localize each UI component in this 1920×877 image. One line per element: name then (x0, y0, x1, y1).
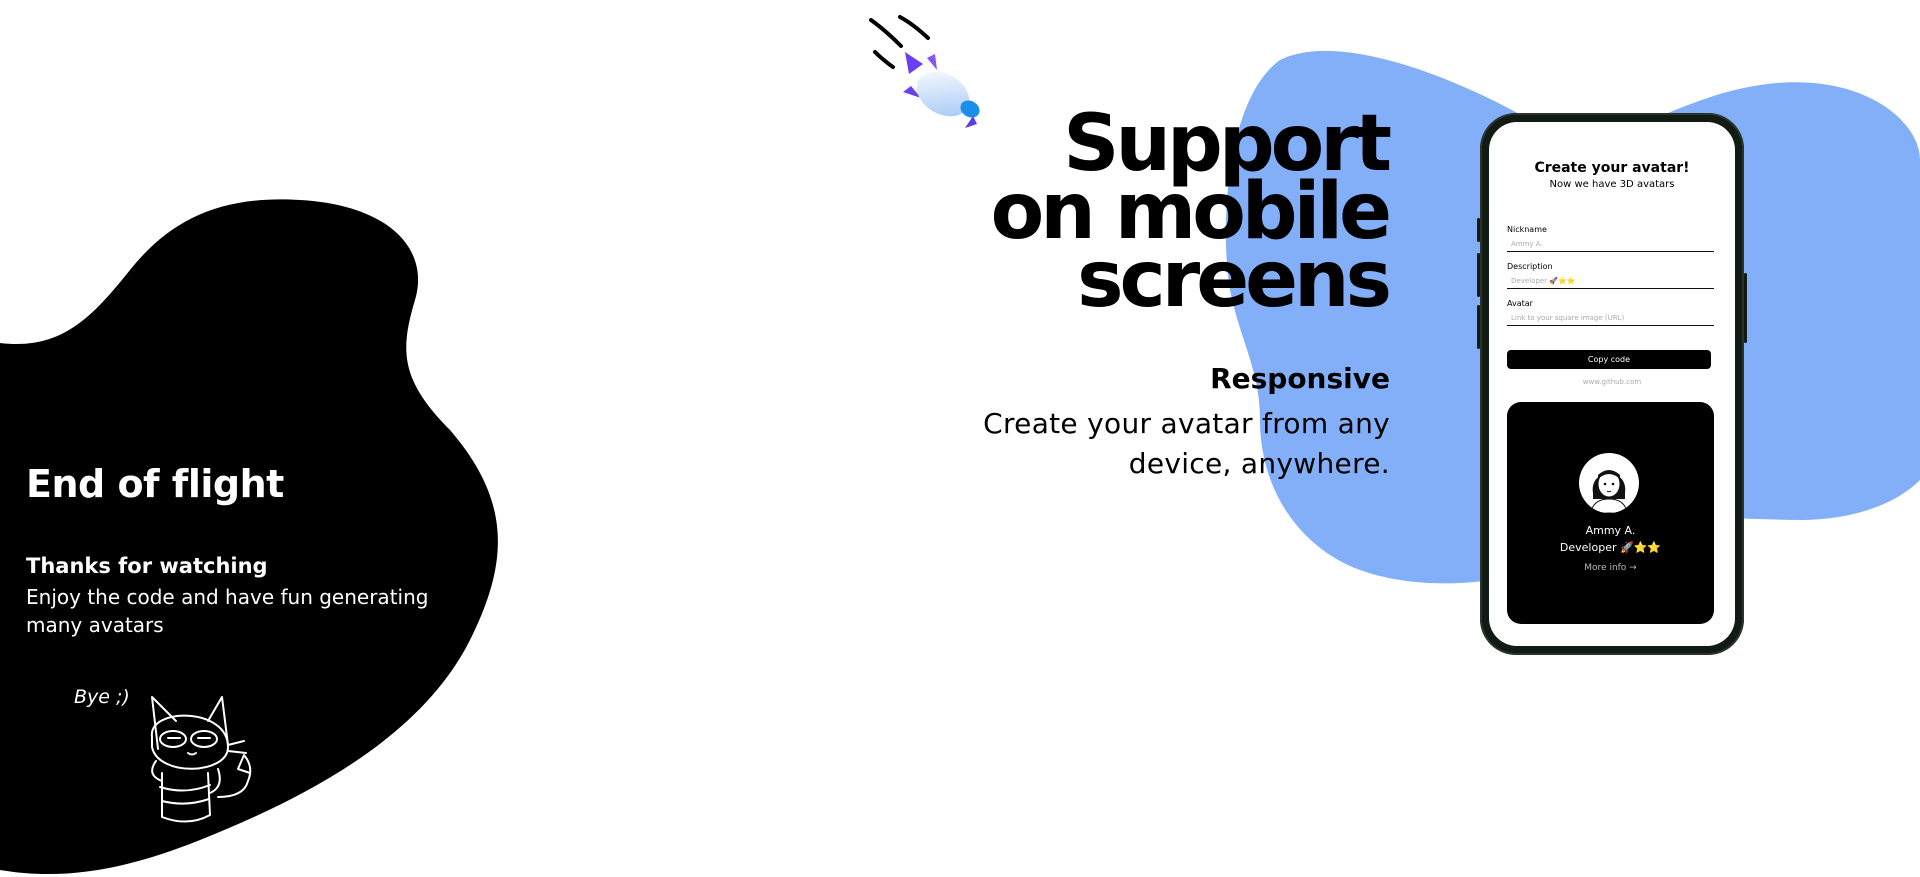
phone-side-button (1477, 305, 1480, 349)
avatar-label: Avatar (1507, 299, 1533, 308)
nickname-input[interactable] (1507, 236, 1714, 252)
github-link[interactable]: www.github.com (1489, 378, 1735, 386)
form-subtitle: Now we have 3D avatars (1549, 179, 1675, 190)
card-role: Developer 🚀⭐⭐ (1559, 541, 1662, 554)
form-title: Create your avatar! (1534, 160, 1690, 176)
avatar-illustration (1579, 453, 1639, 513)
bye-text: Bye ;) (74, 686, 130, 708)
phone-screen: Create your avatar! Now we have 3D avata… (1489, 122, 1735, 646)
nickname-label: Nickname (1507, 225, 1547, 234)
more-info-link[interactable]: More info → (1507, 563, 1714, 573)
description-input[interactable] (1507, 273, 1714, 289)
thanks-heading: Thanks for watching (26, 554, 268, 578)
phone-side-button (1477, 253, 1480, 297)
headline: Support on mobile screens (868, 105, 1392, 325)
phone-power-button (1744, 273, 1747, 343)
responsive-heading: Responsive (1210, 362, 1390, 395)
cat-doodle: Bye ;) (74, 686, 252, 823)
end-of-flight-title: End of flight (26, 462, 284, 506)
thanks-text: Enjoy the code and have fun generating m… (26, 585, 429, 637)
description-label: Description (1507, 262, 1553, 271)
headline-line-3: screens (1077, 235, 1392, 325)
avatar-card: Ammy A. Developer 🚀⭐⭐ More info → (1507, 402, 1714, 624)
card-name: Ammy A. (1585, 524, 1636, 537)
phone-mockup: Create your avatar! Now we have 3D avata… (1477, 113, 1747, 655)
copy-code-button[interactable]: Copy code (1507, 350, 1711, 369)
responsive-text: Create your avatar from any device, anyw… (983, 407, 1390, 480)
phone-side-button (1477, 218, 1480, 242)
avatar-url-input[interactable] (1507, 310, 1714, 326)
